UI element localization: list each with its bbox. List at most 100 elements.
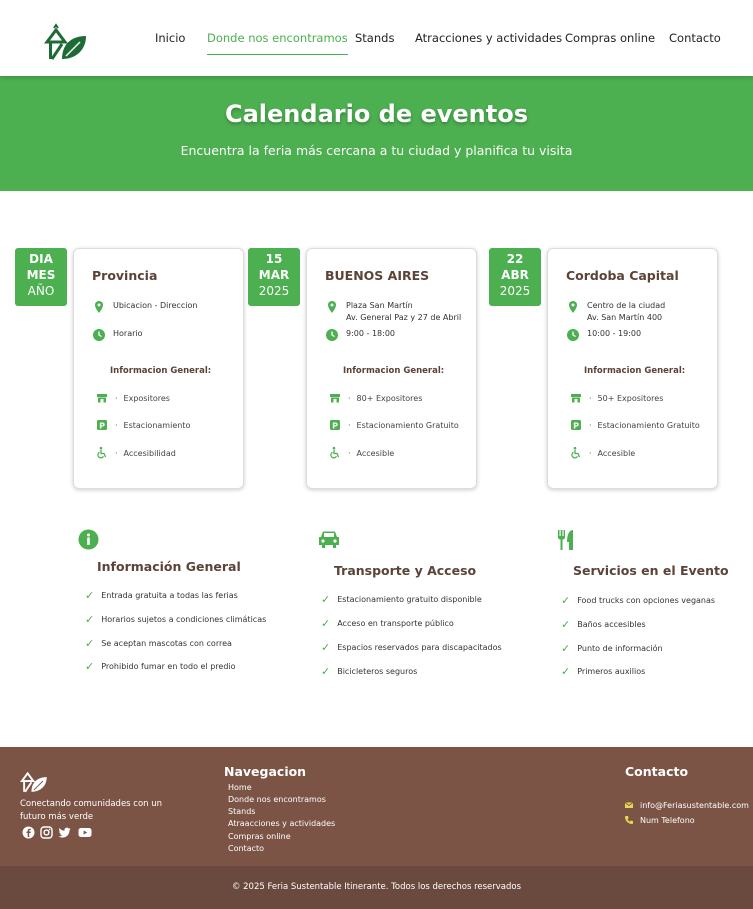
- info-list-item-text: Bicicleteros seguros: [337, 667, 418, 676]
- nav-donde[interactable]: Donde nos encontramos: [207, 31, 348, 55]
- car-icon: [317, 529, 341, 553]
- footer-link-compras[interactable]: Compras online: [228, 832, 291, 841]
- checkmark-icon: ✓: [85, 589, 95, 602]
- svg-text:P: P: [332, 421, 338, 430]
- phone-icon: [625, 816, 633, 824]
- footer-tagline: Conectando comunidades con un futuro más…: [20, 799, 163, 822]
- footer-email[interactable]: info@Feriasustentable.com: [624, 800, 749, 810]
- feature-exhibitors-text: 50+ Expositores: [597, 393, 664, 403]
- site-header: Inicio Donde nos encontramos Stands Atra…: [0, 0, 753, 76]
- feature-exhibitors-text: Expositores: [123, 393, 170, 403]
- checkmark-icon: ✓: [561, 642, 571, 655]
- info-list-item-text: Se aceptan mascotas con correa: [101, 639, 232, 648]
- utensils-icon: [556, 529, 576, 555]
- store-icon: [569, 391, 583, 405]
- event-location-line2: Av. General Paz y 27 de Abril: [346, 313, 462, 322]
- clock-icon: [325, 328, 339, 342]
- info-list-item-text: Horarios sujetos a condiciones climática…: [101, 615, 267, 624]
- event-day: 15: [265, 252, 283, 266]
- nav-contacto[interactable]: Contacto: [669, 31, 721, 45]
- event-card[interactable]: Cordoba Capital Centro de la ciudad Av. S…: [547, 248, 718, 489]
- youtube-icon[interactable]: [78, 826, 92, 839]
- footer-link-home[interactable]: Home: [228, 783, 252, 792]
- nav-compras[interactable]: Compras online: [565, 31, 655, 45]
- location-pin-icon: [566, 300, 580, 314]
- feature-accessibility-text: Accesibilidad: [123, 448, 176, 458]
- feature-parking-text: Estacionamiento: [123, 420, 191, 430]
- event-time-text: 9:00 - 18:00: [346, 329, 395, 338]
- event-city: Provincia: [92, 268, 158, 283]
- general-info-heading: Informacion General:: [110, 366, 212, 376]
- info-list-item: ✓ Espacios reservados para discapacitados: [321, 641, 502, 654]
- info-list-item: ✓ Horarios sujetos a condiciones climátic…: [85, 613, 266, 626]
- event-month: MAR: [258, 268, 290, 282]
- event-city: Cordoba Capital: [566, 268, 679, 283]
- footer-logo-icon[interactable]: [20, 768, 48, 794]
- event-location: Plaza San Martín Av. General Paz y 27 de …: [325, 300, 461, 324]
- nav-atracciones[interactable]: Atracciones y actividades: [415, 31, 562, 45]
- footer-contact-title: Contacto: [625, 764, 689, 779]
- info-section-title: Transporte y Acceso: [334, 563, 477, 578]
- event-month: ABR: [501, 268, 529, 282]
- checkmark-icon: ✓: [321, 641, 331, 654]
- page-title: Calendario de eventos: [224, 100, 529, 128]
- info-list-item: ✓ Food trucks con opciones veganas: [561, 594, 715, 607]
- envelope-icon: [624, 802, 634, 808]
- info-list-item-text: Food trucks con opciones veganas: [577, 596, 716, 605]
- feature-exhibitors: · 50+ Expositores: [569, 391, 663, 405]
- wheelchair-icon: [569, 446, 583, 460]
- nav-inicio[interactable]: Inicio: [155, 31, 185, 45]
- feature-accessibility: · Accesible: [569, 446, 635, 460]
- parking-icon: P: [569, 418, 583, 432]
- instagram-icon[interactable]: [40, 826, 53, 839]
- feature-accessibility: · Accesible: [328, 446, 394, 460]
- event-day: 22: [506, 252, 524, 266]
- feature-parking-text: Estacionamiento Gratuito: [597, 420, 700, 430]
- event-month: MES: [26, 268, 56, 282]
- event-card[interactable]: Provincia Ubicacion - Direccion Horario …: [73, 248, 244, 489]
- footer-link-stands[interactable]: Stands: [228, 807, 255, 816]
- event-date-badge: DIA MES AÑO: [15, 248, 67, 306]
- footer-link-contacto[interactable]: Contacto: [228, 844, 264, 853]
- info-list-item: ✓ Baños accesibles: [561, 618, 646, 631]
- feature-parking: P · Estacionamiento Gratuito: [569, 418, 700, 432]
- wheelchair-icon: [95, 446, 109, 460]
- checkmark-icon: ✓: [561, 618, 571, 631]
- site-footer: Conectando comunidades con un futuro más…: [0, 747, 753, 866]
- event-date-badge: 15 MAR 2025: [248, 248, 300, 306]
- event-location: Centro de la ciudad Av. San Martín 400: [566, 300, 665, 324]
- footer-link-atracciones[interactable]: Atraacciones y actividades: [228, 819, 335, 828]
- event-year: 2025: [258, 284, 290, 298]
- event-time: Horario: [92, 328, 143, 342]
- event-city: BUENOS AIRES: [325, 268, 430, 283]
- store-icon: [328, 391, 342, 405]
- nav-stands[interactable]: Stands: [355, 31, 394, 45]
- info-section-title: Información General: [97, 559, 241, 574]
- footer-phone[interactable]: Num Telefono: [624, 815, 695, 825]
- feature-parking: P · Estacionamiento Gratuito: [328, 418, 459, 432]
- footer-link-donde[interactable]: Donde nos encontramos: [228, 795, 326, 804]
- location-pin-icon: [92, 300, 106, 314]
- twitter-icon[interactable]: [58, 826, 71, 839]
- event-year: AÑO: [27, 284, 55, 298]
- hero-banner: Calendario de eventos Encuentra la feria…: [0, 76, 753, 191]
- logo-icon[interactable]: [44, 22, 88, 62]
- footer-nav-title: Navegacion: [224, 764, 307, 779]
- event-card[interactable]: BUENOS AIRES Plaza San Martín Av. General…: [306, 248, 477, 489]
- event-day: DIA: [29, 252, 53, 266]
- checkmark-icon: ✓: [321, 665, 331, 678]
- checkmark-icon: ✓: [321, 593, 331, 606]
- info-list-item: ✓ Prohibido fumar en todo el predio: [85, 660, 236, 673]
- event-year: 2025: [499, 284, 531, 298]
- facebook-icon[interactable]: [22, 826, 35, 839]
- event-date-badge: 22 ABR 2025: [489, 248, 541, 306]
- event-location-line1: Plaza San Martín: [346, 301, 413, 310]
- info-list-item-text: Baños accesibles: [577, 620, 646, 629]
- event-time-text: Horario: [113, 329, 143, 338]
- info-list-item: ✓ Punto de información: [561, 642, 663, 655]
- info-list-item-text: Prohibido fumar en todo el predio: [101, 662, 236, 671]
- clock-icon: [92, 328, 106, 342]
- info-list-item: ✓ Entrada gratuita a todas las ferias: [85, 589, 238, 602]
- svg-text:P: P: [573, 421, 579, 430]
- store-icon: [95, 391, 109, 405]
